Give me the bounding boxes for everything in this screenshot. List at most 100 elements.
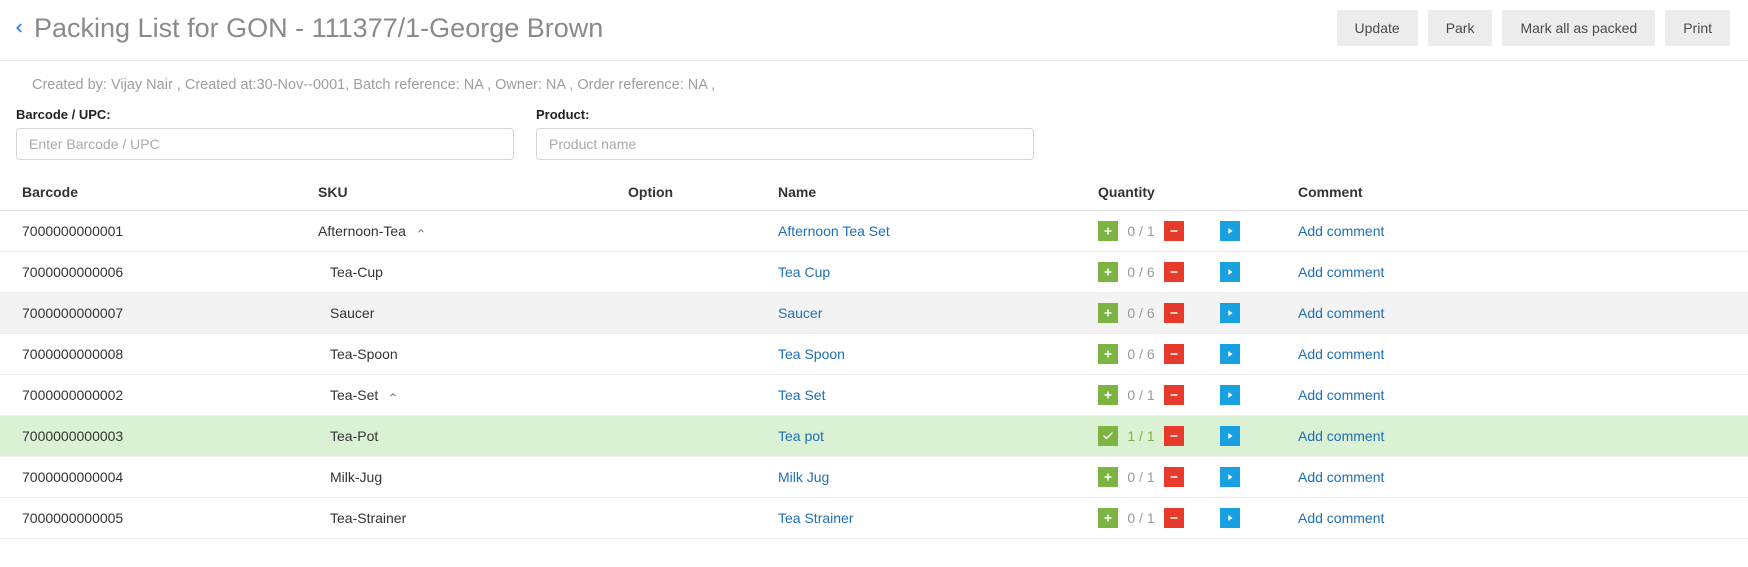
- qty-minus-button[interactable]: [1164, 467, 1184, 487]
- product-link[interactable]: Tea pot: [778, 428, 824, 444]
- qty-plus-button[interactable]: [1098, 385, 1118, 405]
- add-comment-link[interactable]: Add comment: [1298, 428, 1384, 444]
- sku-text: Saucer: [330, 305, 374, 321]
- qty-enter-button[interactable]: [1220, 467, 1240, 487]
- product-link[interactable]: Saucer: [778, 305, 822, 321]
- comment-cell: Add comment: [1290, 334, 1748, 375]
- option-cell: [620, 375, 770, 416]
- comment-cell: Add comment: [1290, 457, 1748, 498]
- barcode-cell: 7000000000006: [0, 252, 310, 293]
- qty-text: 0 / 6: [1124, 346, 1158, 362]
- qty-enter-button[interactable]: [1220, 262, 1240, 282]
- table-row: 7000000000006 Tea-Cup Tea Cup 0 / 6 Add comm…: [0, 252, 1748, 293]
- add-comment-link[interactable]: Add comment: [1298, 305, 1384, 321]
- col-quantity-header: Quantity: [1090, 174, 1290, 211]
- qty-enter-button[interactable]: [1220, 385, 1240, 405]
- qty-minus-button[interactable]: [1164, 344, 1184, 364]
- sku-cell: Saucer: [310, 293, 620, 334]
- qty-minus-button[interactable]: [1164, 385, 1184, 405]
- qty-plus-button[interactable]: [1098, 221, 1118, 241]
- comment-cell: Add comment: [1290, 498, 1748, 539]
- barcode-cell: 7000000000002: [0, 375, 310, 416]
- sku-cell: Tea-Spoon: [310, 334, 620, 375]
- caret-up-icon[interactable]: [388, 390, 398, 400]
- caret-up-icon[interactable]: [416, 226, 426, 236]
- barcode-cell: 7000000000004: [0, 457, 310, 498]
- name-cell: Saucer: [770, 293, 1090, 334]
- add-comment-link[interactable]: Add comment: [1298, 387, 1384, 403]
- option-cell: [620, 416, 770, 457]
- qty-enter-button[interactable]: [1220, 508, 1240, 528]
- filters-row: Barcode / UPC: Product:: [0, 107, 1748, 174]
- product-link[interactable]: Tea Spoon: [778, 346, 845, 362]
- quantity-cell: 0 / 6: [1090, 293, 1290, 334]
- sku-text: Tea-Strainer: [330, 510, 406, 526]
- qty-minus-button[interactable]: [1164, 303, 1184, 323]
- product-link[interactable]: Tea Cup: [778, 264, 830, 280]
- sku-text: Tea-Cup: [330, 264, 383, 280]
- option-cell: [620, 334, 770, 375]
- header-actions: Update Park Mark all as packed Print: [1337, 10, 1730, 46]
- product-input[interactable]: [536, 128, 1034, 160]
- name-cell: Milk Jug: [770, 457, 1090, 498]
- qty-text: 1 / 1: [1124, 428, 1158, 444]
- park-button[interactable]: Park: [1428, 10, 1493, 46]
- name-cell: Tea Strainer: [770, 498, 1090, 539]
- product-link[interactable]: Tea Strainer: [778, 510, 853, 526]
- qty-minus-button[interactable]: [1164, 221, 1184, 241]
- col-barcode-header: Barcode: [0, 174, 310, 211]
- barcode-cell: 7000000000008: [0, 334, 310, 375]
- comment-cell: Add comment: [1290, 211, 1748, 252]
- back-icon[interactable]: [12, 18, 26, 38]
- qty-done-icon[interactable]: [1098, 426, 1118, 446]
- add-comment-link[interactable]: Add comment: [1298, 346, 1384, 362]
- quantity-cell: 0 / 1: [1090, 457, 1290, 498]
- qty-plus-button[interactable]: [1098, 303, 1118, 323]
- qty-minus-button[interactable]: [1164, 262, 1184, 282]
- qty-text: 0 / 6: [1124, 305, 1158, 321]
- option-cell: [620, 293, 770, 334]
- qty-plus-button[interactable]: [1098, 344, 1118, 364]
- add-comment-link[interactable]: Add comment: [1298, 223, 1384, 239]
- qty-plus-button[interactable]: [1098, 508, 1118, 528]
- qty-enter-button[interactable]: [1220, 344, 1240, 364]
- add-comment-link[interactable]: Add comment: [1298, 510, 1384, 526]
- qty-text: 0 / 6: [1124, 264, 1158, 280]
- qty-enter-button[interactable]: [1220, 303, 1240, 323]
- col-comment-header: Comment: [1290, 174, 1748, 211]
- product-link[interactable]: Afternoon Tea Set: [778, 223, 890, 239]
- barcode-input[interactable]: [16, 128, 514, 160]
- packing-table: Barcode SKU Option Name Quantity Comment…: [0, 174, 1748, 539]
- product-link[interactable]: Milk Jug: [778, 469, 829, 485]
- quantity-cell: 0 / 6: [1090, 252, 1290, 293]
- sku-text: Milk-Jug: [330, 469, 382, 485]
- product-link[interactable]: Tea Set: [778, 387, 825, 403]
- qty-minus-button[interactable]: [1164, 426, 1184, 446]
- option-cell: [620, 211, 770, 252]
- sku-cell: Tea-Set: [310, 375, 620, 416]
- sku-cell: Tea-Cup: [310, 252, 620, 293]
- meta-line: Created by: Vijay Nair , Created at:30-N…: [0, 61, 1748, 107]
- table-row: 7000000000005Tea-StrainerTea Strainer0 /…: [0, 498, 1748, 539]
- mark-all-packed-button[interactable]: Mark all as packed: [1502, 10, 1655, 46]
- table-row: 7000000000003Tea-PotTea pot1 / 1Add comm…: [0, 416, 1748, 457]
- sku-text: Afternoon-Tea: [318, 223, 406, 239]
- comment-cell: Add comment: [1290, 375, 1748, 416]
- qty-plus-button[interactable]: [1098, 262, 1118, 282]
- update-button[interactable]: Update: [1337, 10, 1418, 46]
- comment-cell: Add comment: [1290, 293, 1748, 334]
- add-comment-link[interactable]: Add comment: [1298, 469, 1384, 485]
- sku-cell: Afternoon-Tea: [310, 211, 620, 252]
- add-comment-link[interactable]: Add comment: [1298, 264, 1384, 280]
- print-button[interactable]: Print: [1665, 10, 1730, 46]
- qty-minus-button[interactable]: [1164, 508, 1184, 528]
- qty-enter-button[interactable]: [1220, 221, 1240, 241]
- option-cell: [620, 252, 770, 293]
- name-cell: Tea Cup: [770, 252, 1090, 293]
- col-name-header: Name: [770, 174, 1090, 211]
- page-header: Packing List for GON - 111377/1-George B…: [0, 0, 1748, 61]
- table-row: 7000000000002Tea-SetTea Set0 / 1Add comm…: [0, 375, 1748, 416]
- qty-plus-button[interactable]: [1098, 467, 1118, 487]
- header-left: Packing List for GON - 111377/1-George B…: [12, 13, 603, 44]
- qty-enter-button[interactable]: [1220, 426, 1240, 446]
